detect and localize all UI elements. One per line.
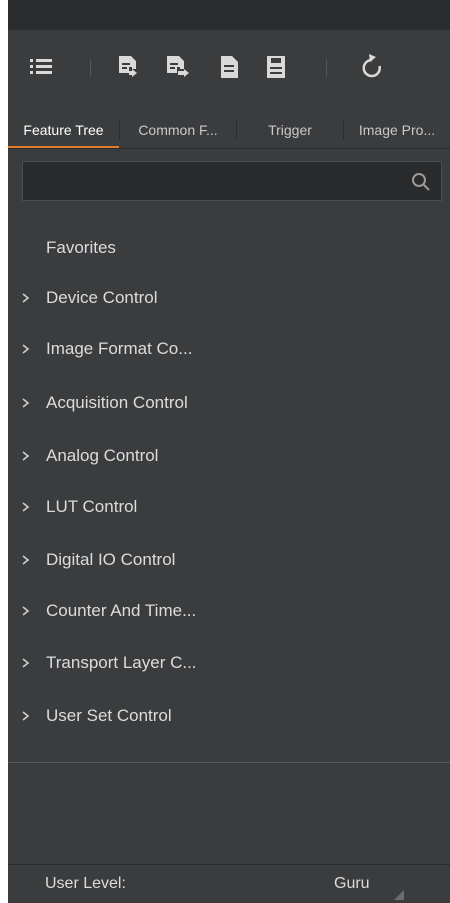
feature-panel: Feature Tree Common F... Trigger Image P… <box>8 0 450 903</box>
tree-item-counter-and-timer[interactable]: Counter And Time... <box>8 593 450 629</box>
tree-item-transport-layer-control[interactable]: Transport Layer C... <box>8 645 450 681</box>
toolbar-top-strip <box>8 0 450 30</box>
tab-image-processing[interactable]: Image Pro... <box>344 112 450 148</box>
tree-item-label: Counter And Time... <box>46 601 197 620</box>
tab-bar: Feature Tree Common F... Trigger Image P… <box>8 112 450 149</box>
export-features-icon[interactable] <box>166 50 190 82</box>
tree-item-device-control[interactable]: Device Control <box>8 280 450 316</box>
search-input[interactable] <box>23 162 393 200</box>
tree-item-label: Device Control <box>46 288 158 307</box>
chevron-right-icon[interactable] <box>20 385 32 421</box>
tree-item-digital-io-control[interactable]: Digital IO Control <box>8 542 450 578</box>
tree-item-label: Transport Layer C... <box>46 653 197 672</box>
tree-item-label: Favorites <box>46 238 116 257</box>
chevron-right-icon[interactable] <box>20 645 32 681</box>
description-divider <box>8 762 450 763</box>
tree-item-label: Analog Control <box>46 446 159 465</box>
list-indent-icon[interactable] <box>30 50 54 82</box>
toolbar-separator <box>90 59 91 77</box>
save-icon[interactable] <box>264 50 288 82</box>
chevron-right-icon[interactable] <box>20 280 32 316</box>
tree-item-label: Acquisition Control <box>46 393 188 412</box>
chevron-right-icon[interactable] <box>20 698 32 734</box>
chevron-right-icon[interactable] <box>20 489 32 525</box>
tree-item-label: User Set Control <box>46 706 172 725</box>
user-level-select[interactable]: Guru <box>334 865 370 903</box>
document-icon[interactable] <box>218 50 242 82</box>
chevron-right-icon[interactable] <box>20 438 32 474</box>
user-level-label: User Level: <box>45 875 126 892</box>
chevron-right-icon[interactable] <box>20 331 32 367</box>
tree-item-label: LUT Control <box>46 497 138 516</box>
tree-item-user-set-control[interactable]: User Set Control <box>8 698 450 734</box>
tab-common-features[interactable]: Common F... <box>120 112 236 148</box>
tree-item-analog-control[interactable]: Analog Control <box>8 438 450 474</box>
toolbar <box>8 30 450 112</box>
refresh-icon[interactable] <box>360 50 384 82</box>
chevron-right-icon[interactable] <box>20 542 32 578</box>
tree-item-label: Image Format Co... <box>46 339 193 358</box>
tree-item-label: Digital IO Control <box>46 550 176 569</box>
import-features-icon[interactable] <box>118 50 142 82</box>
search-icon[interactable] <box>411 172 431 192</box>
tree-item-favorites[interactable]: Favorites <box>8 230 450 266</box>
tab-feature-tree[interactable]: Feature Tree <box>8 112 119 148</box>
tree-item-image-format-control[interactable]: Image Format Co... <box>8 331 450 367</box>
resize-grip-icon[interactable] <box>394 885 404 900</box>
chevron-right-icon[interactable] <box>20 593 32 629</box>
tree-item-lut-control[interactable]: LUT Control <box>8 489 450 525</box>
status-bar: User Level: Guru <box>8 865 450 903</box>
toolbar-separator <box>326 59 327 77</box>
tab-trigger[interactable]: Trigger <box>237 112 343 148</box>
tree-item-acquisition-control[interactable]: Acquisition Control <box>8 385 450 421</box>
search-box <box>22 161 442 201</box>
